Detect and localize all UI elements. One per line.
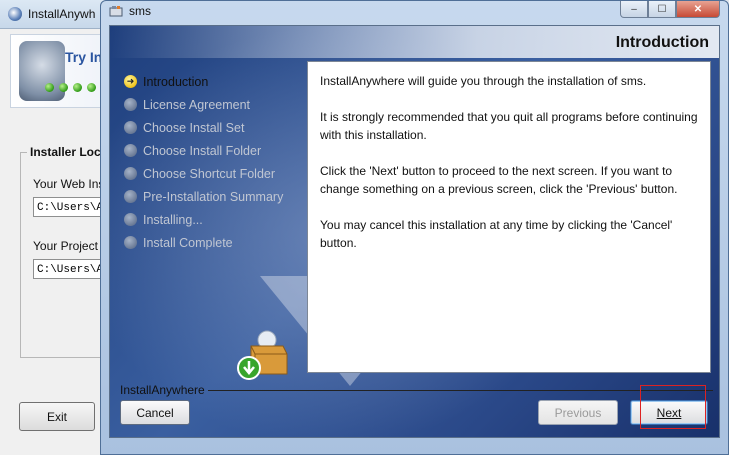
- progress-dots: [45, 83, 96, 92]
- page-title: Introduction: [615, 34, 709, 51]
- current-step-arrow-icon: ➜: [126, 76, 135, 86]
- progress-dot-icon: [73, 83, 82, 92]
- circle-icon: [124, 121, 137, 134]
- circle-icon: [124, 213, 137, 226]
- window-title: sms: [129, 4, 151, 18]
- installer-icon: [109, 6, 123, 17]
- installer-app-icon: [8, 7, 22, 21]
- step-label: Introduction: [143, 74, 209, 89]
- circle-icon: [124, 190, 137, 203]
- content-paragraph: InstallAnywhere will guide you through t…: [320, 74, 647, 88]
- window-controls: – ☐ ✕: [620, 1, 720, 18]
- circle-icon: [124, 167, 137, 180]
- next-button[interactable]: Next: [630, 400, 708, 425]
- progress-dot-icon: [45, 83, 54, 92]
- maximize-button[interactable]: ☐: [648, 1, 676, 18]
- content-paragraph: It is strongly recommended that you quit…: [320, 110, 698, 142]
- project-label: Your Project: [33, 239, 98, 253]
- group-label: Installer Loca: [27, 145, 111, 159]
- content-paragraph: You may cancel this installation at any …: [320, 218, 673, 250]
- installanywhere-brand: InstallAnywhere: [120, 383, 205, 397]
- content-paragraph: Click the 'Next' button to proceed to th…: [320, 164, 678, 196]
- step-item: Choose Install Set: [124, 116, 283, 139]
- progress-dot-icon: [87, 83, 96, 92]
- footer-bar: InstallAnywhere Cancel Previous Next: [110, 378, 719, 437]
- step-label: Choose Install Set: [143, 120, 245, 135]
- content-panel: InstallAnywhere will guide you through t…: [307, 61, 711, 373]
- footer-divider: [208, 390, 713, 391]
- step-item: ➜ Introduction: [124, 70, 283, 93]
- close-button[interactable]: ✕: [676, 1, 720, 18]
- circle-icon: [124, 98, 137, 111]
- previous-button[interactable]: Previous: [538, 400, 618, 425]
- next-button-label: Next: [656, 405, 682, 420]
- circle-icon: [124, 144, 137, 157]
- step-label: Install Complete: [143, 235, 233, 250]
- cancel-button[interactable]: Cancel: [120, 400, 190, 425]
- background-window-title: InstallAnywh: [28, 7, 96, 21]
- web-install-label: Your Web Ins: [33, 177, 105, 191]
- step-item: Install Complete: [124, 231, 283, 254]
- banner-logo-icon: [19, 41, 65, 101]
- minimize-button[interactable]: –: [620, 1, 648, 18]
- step-list: ➜ Introduction License Agreement Choose Ins…: [124, 70, 283, 254]
- installer-window: sms – ☐ ✕ Introduction ➜ Introduction Lice…: [100, 0, 729, 455]
- step-label: Choose Install Folder: [143, 143, 262, 158]
- exit-button[interactable]: Exit: [19, 402, 95, 431]
- step-label: License Agreement: [143, 97, 251, 112]
- arrow-right-icon: ➜: [124, 75, 137, 88]
- step-item: Choose Shortcut Folder: [124, 162, 283, 185]
- step-label: Installing...: [143, 212, 203, 227]
- installer-client-area: Introduction ➜ Introduction License Agreem…: [109, 25, 720, 438]
- circle-icon: [124, 236, 137, 249]
- step-label: Pre-Installation Summary: [143, 189, 284, 204]
- titlebar[interactable]: sms – ☐ ✕: [101, 1, 728, 23]
- step-item: Installing...: [124, 208, 283, 231]
- progress-dot-icon: [59, 83, 68, 92]
- step-item: Choose Install Folder: [124, 139, 283, 162]
- step-item: License Agreement: [124, 93, 283, 116]
- package-download-icon: [237, 330, 288, 380]
- step-label: Choose Shortcut Folder: [143, 166, 276, 181]
- step-item: Pre-Installation Summary: [124, 185, 283, 208]
